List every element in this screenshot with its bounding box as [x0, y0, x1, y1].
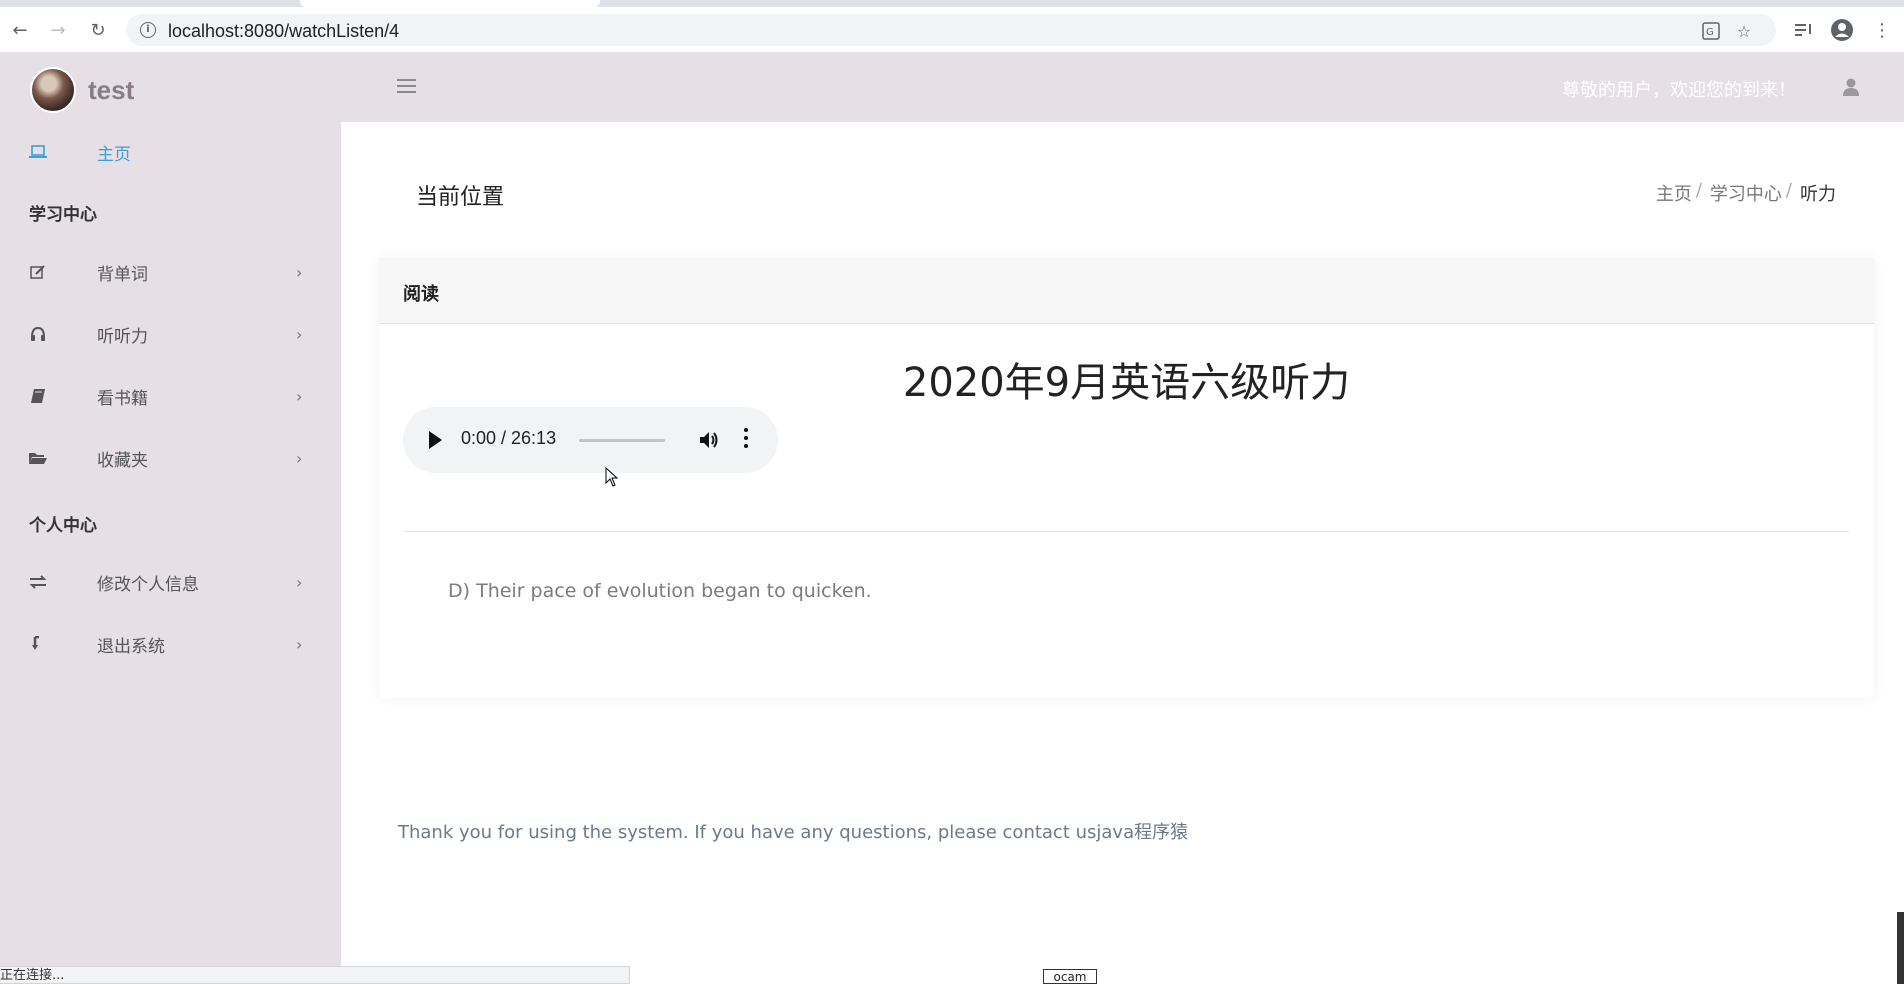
translate-icon[interactable]: G	[1700, 20, 1722, 42]
card-header-label: 阅读	[403, 284, 439, 305]
sidebar-item-label: 收藏夹	[97, 450, 148, 471]
sidebar: 主页 学习中心 背单词 › 听听力 › 看书籍 › 收藏夹 › 个人中心 修改个…	[0, 122, 341, 984]
sidebar-item-vocabulary[interactable]: 背单词 ›	[0, 252, 341, 292]
divider	[403, 531, 1849, 532]
brand-name: test	[88, 74, 135, 105]
book-icon	[28, 386, 48, 406]
sidebar-item-label: 背单词	[97, 264, 148, 285]
sidebar-item-logout[interactable]: 退出系统 ›	[0, 624, 341, 664]
profile-icon[interactable]	[1830, 18, 1854, 42]
sidebar-item-label: 听听力	[97, 326, 148, 347]
more-options-icon[interactable]	[743, 428, 749, 450]
back-arrow-icon[interactable]: ←	[8, 18, 32, 42]
menu-toggle-icon[interactable]	[397, 79, 416, 95]
chevron-right-icon: ›	[296, 448, 303, 468]
app-header: test 尊敬的用户，欢迎您的到来！	[0, 53, 1904, 122]
chevron-right-icon: ›	[296, 262, 303, 282]
sidebar-item-books[interactable]: 看书籍 ›	[0, 376, 341, 416]
chevron-right-icon: ›	[296, 634, 303, 654]
breadcrumb-home[interactable]: 主页	[1656, 180, 1692, 206]
play-icon[interactable]	[429, 431, 442, 449]
user-icon[interactable]	[1842, 77, 1860, 97]
mouse-cursor-icon	[605, 466, 619, 487]
browser-menu-icon[interactable]: ⋮	[1870, 18, 1894, 42]
sidebar-section-personal: 个人中心	[29, 516, 97, 536]
welcome-text: 尊敬的用户，欢迎您的到来！	[1562, 80, 1796, 101]
edge-overlay	[1897, 912, 1904, 984]
svg-text:G: G	[1706, 27, 1714, 38]
browser-toolbar: ← → ↻ i localhost:8080/watchListen/4 G ☆…	[0, 7, 1904, 53]
breadcrumb-study-center[interactable]: 学习中心	[1710, 180, 1782, 206]
active-tab[interactable]	[300, 0, 600, 7]
volume-icon[interactable]	[698, 429, 720, 451]
audio-time: 0:00 / 26:13	[461, 428, 557, 448]
audio-player[interactable]: 0:00 / 26:13	[403, 407, 778, 473]
folder-icon	[28, 448, 48, 468]
sidebar-item-label: 看书籍	[97, 388, 148, 409]
chevron-right-icon: ›	[296, 572, 303, 592]
sidebar-item-home[interactable]: 主页	[0, 132, 341, 172]
listening-title: 2020年9月英语六级听力	[902, 360, 1351, 406]
logout-icon	[28, 634, 48, 654]
sidebar-item-edit-profile[interactable]: 修改个人信息 ›	[0, 562, 341, 602]
edit-icon	[28, 262, 48, 282]
url-text[interactable]: localhost:8080/watchListen/4	[168, 21, 399, 42]
brand[interactable]: test	[30, 67, 134, 113]
avatar	[30, 67, 76, 113]
address-bar[interactable]: i localhost:8080/watchListen/4 G ☆	[126, 14, 1776, 46]
sidebar-item-label: 退出系统	[97, 636, 165, 657]
chevron-right-icon: ›	[296, 386, 303, 406]
status-bar: 正在连接...	[0, 966, 630, 984]
exchange-icon	[28, 572, 48, 592]
browser-tab-strip	[0, 0, 1904, 7]
footer-text: Thank you for using the system. If you h…	[398, 822, 1189, 843]
answer-option: D) Their pace of evolution began to quic…	[448, 580, 872, 602]
media-control-icon[interactable]	[1792, 18, 1816, 42]
reload-icon[interactable]: ↻	[86, 18, 110, 42]
sidebar-item-label: 修改个人信息	[97, 574, 199, 595]
audio-seek-bar[interactable]	[579, 439, 665, 442]
breadcrumb: 主页 / 学习中心 / 听力	[1655, 180, 1836, 206]
page-title: 当前位置	[416, 185, 505, 210]
star-icon[interactable]: ☆	[1733, 20, 1755, 42]
site-info-icon[interactable]: i	[140, 22, 156, 38]
headphones-icon	[28, 324, 48, 344]
sidebar-item-label: 主页	[97, 144, 131, 165]
listening-card: 阅读 2020年9月英语六级听力 0:00 / 26:13 D) Their p…	[379, 258, 1874, 698]
ocam-label: ocam	[1043, 969, 1097, 984]
forward-arrow-icon[interactable]: →	[46, 18, 70, 42]
chevron-right-icon: ›	[296, 324, 303, 344]
sidebar-item-favorites[interactable]: 收藏夹 ›	[0, 438, 341, 478]
sidebar-item-listening[interactable]: 听听力 ›	[0, 314, 341, 354]
sidebar-section-study: 学习中心	[29, 205, 97, 225]
card-header: 阅读	[379, 258, 1874, 324]
breadcrumb-current: 听力	[1800, 184, 1836, 205]
laptop-icon	[28, 142, 48, 162]
